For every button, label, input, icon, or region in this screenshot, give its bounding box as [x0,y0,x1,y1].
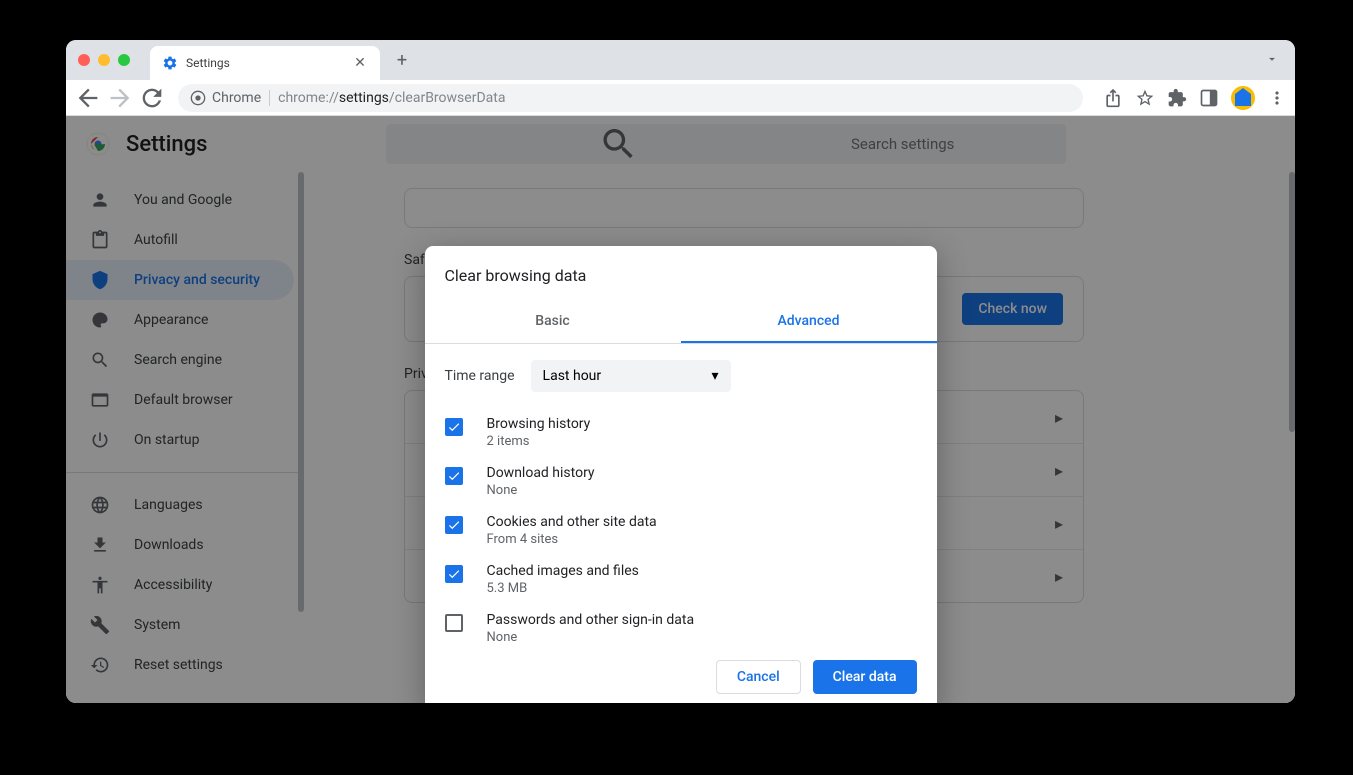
dialog-footer: Cancel Clear data [425,644,937,703]
back-button[interactable] [74,84,102,112]
new-tab-button[interactable]: + [388,46,416,74]
check-title: Browsing history [487,416,917,432]
tab-title: Settings [186,56,344,70]
check-subtitle: None [487,630,917,644]
url-display: chrome://settings/clearBrowserData [278,90,505,106]
check-row: Cookies and other site data From 4 sites [445,506,917,555]
checkbox[interactable] [445,516,463,534]
check-title: Passwords and other sign-in data [487,612,917,628]
checkbox[interactable] [445,565,463,583]
close-window-button[interactable] [78,54,90,66]
reload-button[interactable] [138,84,166,112]
check-row: Download history None [445,457,917,506]
window-controls [78,54,130,66]
url-scheme-label: Chrome [212,90,261,106]
check-title: Cookies and other site data [487,514,917,530]
share-icon[interactable] [1103,88,1123,108]
checkbox[interactable] [445,614,463,632]
check-title: Cached images and files [487,563,917,579]
settings-icon [162,55,178,71]
check-subtitle: From 4 sites [487,532,917,547]
profile-button[interactable] [1231,86,1255,110]
check-row: Cached images and files 5.3 MB [445,555,917,604]
dialog-body: Time range Last hour ▾ Browsing history 2… [425,344,937,644]
tab-bar: Settings ✕ + [66,40,1295,80]
tab-advanced[interactable]: Advanced [681,301,937,343]
clear-browsing-data-dialog: Clear browsing data Basic Advanced Time … [425,246,937,703]
dropdown-arrow-icon: ▾ [712,368,719,384]
maximize-window-button[interactable] [118,54,130,66]
menu-icon[interactable] [1267,88,1287,108]
extensions-icon[interactable] [1167,88,1187,108]
time-range-row: Time range Last hour ▾ [445,360,917,392]
cancel-button[interactable]: Cancel [716,660,801,694]
time-range-value: Last hour [543,368,602,384]
checkbox[interactable] [445,418,463,436]
check-row: Passwords and other sign-in data None [445,604,917,644]
site-info[interactable]: Chrome [190,90,270,106]
browser-tab[interactable]: Settings ✕ [150,46,380,80]
bookmark-icon[interactable] [1135,88,1155,108]
browser-window: Settings ✕ + Chrome chrome://settings/cl… [66,40,1295,703]
check-title: Download history [487,465,917,481]
time-range-select[interactable]: Last hour ▾ [531,360,731,392]
dialog-tabs: Basic Advanced [425,301,937,344]
minimize-window-button[interactable] [98,54,110,66]
sidepanel-icon[interactable] [1199,88,1219,108]
tab-overflow-button[interactable] [1265,51,1279,70]
check-subtitle: 5.3 MB [487,581,917,596]
toolbar-actions [1103,86,1287,110]
forward-button[interactable] [106,84,134,112]
content-area: Settings You and Google Autofill [66,116,1295,703]
time-range-label: Time range [445,368,515,384]
check-subtitle: None [487,483,917,498]
clear-data-button[interactable]: Clear data [813,660,917,694]
checkbox[interactable] [445,467,463,485]
address-bar[interactable]: Chrome chrome://settings/clearBrowserDat… [178,84,1083,112]
dialog-title: Clear browsing data [425,246,937,301]
check-subtitle: 2 items [487,434,917,449]
check-row: Browsing history 2 items [445,408,917,457]
toolbar: Chrome chrome://settings/clearBrowserDat… [66,80,1295,116]
tab-basic[interactable]: Basic [425,301,681,343]
close-tab-button[interactable]: ✕ [352,55,368,71]
